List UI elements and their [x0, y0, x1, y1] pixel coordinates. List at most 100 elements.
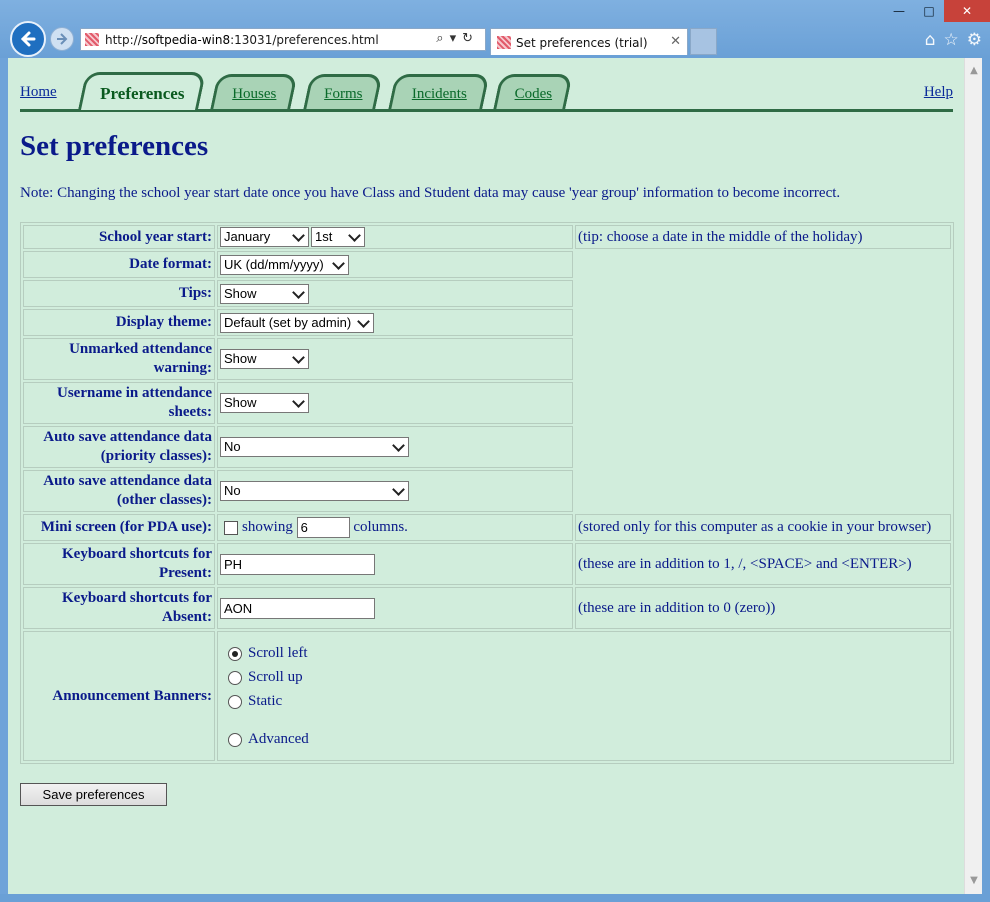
- tab-incidents[interactable]: Incidents: [388, 74, 490, 109]
- chevron-down-icon: [292, 395, 305, 408]
- vertical-scrollbar[interactable]: ▲ ▼: [964, 58, 983, 894]
- save-preferences-button[interactable]: Save preferences: [20, 783, 167, 806]
- tips-label: Tips:: [23, 280, 215, 307]
- mini-screen-columns-text: columns.: [353, 518, 408, 535]
- date-format-label: Date format:: [23, 251, 215, 278]
- mini-screen-checkbox[interactable]: [224, 520, 238, 535]
- new-tab-button[interactable]: [690, 28, 717, 55]
- mini-screen-label: Mini screen (for PDA use):: [23, 514, 215, 541]
- banner-option-scroll-left[interactable]: Scroll left: [220, 641, 948, 665]
- forward-button[interactable]: [50, 27, 74, 51]
- page-title: Set preferences: [20, 130, 209, 162]
- address-url[interactable]: http://softpedia-win8:13031/preferences.…: [105, 33, 379, 47]
- autosave-other-label: Auto save attendance data (other classes)…: [23, 470, 215, 512]
- tab-incidents-label[interactable]: Incidents: [412, 86, 467, 102]
- tab-houses-label[interactable]: Houses: [232, 86, 276, 102]
- browser-tools: ⌂ ☆ ⚙: [925, 30, 982, 50]
- empty-tip-area: [575, 251, 951, 512]
- chevron-down-icon: [292, 229, 305, 242]
- username-sheets-select[interactable]: Show: [220, 393, 309, 413]
- row-banners: Announcement Banners: Scroll left Scroll…: [23, 631, 951, 761]
- favorites-star-icon[interactable]: ☆: [944, 30, 959, 50]
- autosave-other-select[interactable]: No: [220, 481, 409, 501]
- unmarked-warning-cell: Show: [217, 338, 573, 380]
- school-year-start-controls: January 1st: [217, 225, 573, 249]
- radio-static[interactable]: [228, 694, 242, 709]
- kb-present-cell: PH: [217, 543, 573, 585]
- chevron-down-icon: [348, 229, 361, 242]
- radio-scroll-left[interactable]: [228, 646, 242, 661]
- kb-present-input[interactable]: PH: [220, 553, 375, 575]
- username-sheets-label: Username in attendance sheets:: [23, 382, 215, 424]
- tab-forms[interactable]: Forms: [303, 74, 383, 109]
- forward-arrow-icon: [57, 33, 68, 45]
- tips-select[interactable]: Show: [220, 283, 309, 304]
- banners-options: Scroll left Scroll up Static Advanced: [217, 631, 951, 761]
- tab-favicon-icon: [497, 36, 511, 49]
- close-tab-icon[interactable]: ✕: [670, 34, 681, 49]
- tab-preferences[interactable]: Preferences: [77, 72, 207, 110]
- display-theme-select[interactable]: Default (set by admin): [220, 312, 374, 333]
- autosave-priority-select[interactable]: No: [220, 437, 409, 457]
- settings-gear-icon[interactable]: ⚙: [967, 30, 982, 50]
- username-sheets-cell: Show: [217, 382, 573, 424]
- banner-option-advanced[interactable]: Advanced: [220, 727, 948, 751]
- tab-houses[interactable]: Houses: [210, 74, 298, 109]
- chevron-down-icon: [357, 314, 370, 328]
- kb-absent-label: Keyboard shortcuts for Absent:: [23, 587, 215, 629]
- maximize-icon[interactable]: □: [914, 0, 944, 22]
- row-mini-screen: Mini screen (for PDA use): showing 6 col…: [23, 514, 951, 541]
- page-note: Note: Changing the school year start dat…: [20, 185, 841, 201]
- home-icon[interactable]: ⌂: [925, 30, 936, 50]
- refresh-icon[interactable]: ↻: [462, 31, 479, 46]
- display-theme-label: Display theme:: [23, 309, 215, 336]
- kb-absent-cell: AON: [217, 587, 573, 629]
- close-window-icon[interactable]: ✕: [944, 0, 990, 22]
- mini-screen-tip: (stored only for this computer as a cook…: [575, 514, 951, 541]
- back-button[interactable]: [10, 21, 46, 57]
- row-date-format: Date format: UK (dd/mm/yyyy): [23, 251, 951, 278]
- browser-tab[interactable]: Set preferences (trial) ✕: [490, 28, 688, 55]
- chevron-down-icon: [392, 483, 405, 496]
- help-link[interactable]: Help: [924, 84, 953, 101]
- tab-preferences-label[interactable]: Preferences: [100, 84, 184, 103]
- tab-forms-label[interactable]: Forms: [324, 86, 362, 102]
- kb-absent-input[interactable]: AON: [220, 597, 375, 619]
- minimize-icon[interactable]: —: [884, 0, 914, 22]
- chevron-down-icon: [292, 351, 305, 364]
- chevron-down-icon: [392, 439, 405, 452]
- banner-option-static[interactable]: Static: [220, 689, 948, 713]
- school-year-month-select[interactable]: January: [220, 227, 309, 247]
- autosave-priority-cell: No: [217, 426, 573, 468]
- banners-label: Announcement Banners:: [23, 631, 215, 761]
- preferences-form: School year start: January 1st (tip: choo…: [20, 222, 954, 764]
- school-year-day-select[interactable]: 1st: [311, 227, 365, 247]
- scroll-down-icon[interactable]: ▼: [965, 872, 983, 890]
- chevron-down-icon: [292, 285, 305, 299]
- search-icon[interactable]: ⌕: [436, 31, 449, 46]
- school-year-tip: (tip: choose a date in the middle of the…: [575, 225, 951, 249]
- dropdown-icon[interactable]: ▾: [450, 31, 463, 46]
- radio-scroll-up[interactable]: [228, 670, 242, 685]
- tab-title: Set preferences (trial): [516, 36, 648, 50]
- tab-codes[interactable]: Codes: [493, 74, 573, 109]
- row-school-year-start: School year start: January 1st (tip: choo…: [23, 225, 951, 249]
- date-format-select[interactable]: UK (dd/mm/yyyy): [220, 254, 349, 275]
- address-bar[interactable]: http://softpedia-win8:13031/preferences.…: [80, 28, 486, 51]
- unmarked-warning-label: Unmarked attendance warning:: [23, 338, 215, 380]
- mini-screen-columns-input[interactable]: 6: [296, 517, 350, 538]
- date-format-cell: UK (dd/mm/yyyy): [217, 251, 573, 278]
- window-controls: — □ ✕: [884, 0, 990, 22]
- kb-present-tip: (these are in addition to 1, /, <SPACE> …: [575, 543, 951, 585]
- unmarked-warning-select[interactable]: Show: [220, 349, 309, 369]
- banner-option-scroll-up[interactable]: Scroll up: [220, 665, 948, 689]
- kb-present-label: Keyboard shortcuts for Present:: [23, 543, 215, 585]
- mini-screen-showing-text: showing: [242, 518, 293, 535]
- row-kb-present: Keyboard shortcuts for Present: PH (these…: [23, 543, 951, 585]
- nav-home-link[interactable]: Home: [20, 84, 57, 101]
- row-kb-absent: Keyboard shortcuts for Absent: AON (these…: [23, 587, 951, 629]
- scroll-up-icon[interactable]: ▲: [965, 62, 983, 80]
- mini-screen-cell: showing 6 columns.: [217, 514, 573, 541]
- tab-codes-label[interactable]: Codes: [515, 86, 553, 102]
- radio-advanced[interactable]: [228, 732, 242, 747]
